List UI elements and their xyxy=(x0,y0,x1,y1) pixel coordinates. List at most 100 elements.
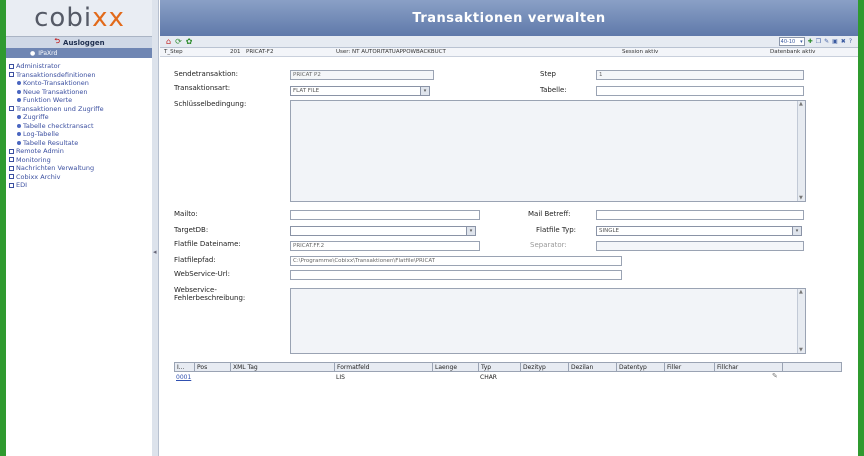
grid-column-header[interactable]: Dezilan xyxy=(569,363,617,371)
delete-icon[interactable]: ✖ xyxy=(841,38,846,45)
grid-cell xyxy=(520,372,568,382)
sidebar-item[interactable]: Konto-Transaktionen xyxy=(9,79,150,88)
sidebar-collapse-handle[interactable]: ◂ xyxy=(152,0,159,456)
scrollbar[interactable] xyxy=(797,101,805,201)
sidebar-item[interactable]: Remote Admin xyxy=(9,147,150,156)
page-size-select[interactable]: 40-10 ▾ xyxy=(778,37,805,46)
logout-button[interactable]: ⮌ Ausloggen xyxy=(6,36,153,48)
scrollbar[interactable] xyxy=(797,289,805,353)
grid-cell: LIS xyxy=(336,373,345,381)
sidebar-item[interactable]: Monitoring xyxy=(9,156,150,165)
toolbar-right: 40-10 ▾ ✚ ❐ ✎ ▣ ✖ ? xyxy=(778,37,852,46)
status-step: T_Step xyxy=(164,49,183,55)
status-session: Session aktiv xyxy=(622,49,659,55)
sidebar-item[interactable]: Transaktionen und Zugriffe xyxy=(9,105,150,114)
sidebar-item-label: Log-Tabelle xyxy=(23,130,59,138)
help-icon[interactable]: ? xyxy=(849,38,852,45)
user-icon: ● xyxy=(30,49,36,57)
grid-column-header[interactable]: Fillchar xyxy=(715,363,783,371)
filetype-label: Flatfile Typ: xyxy=(536,226,577,234)
filename-field[interactable]: PRICAT.FF.2 xyxy=(290,241,480,251)
grid-cell xyxy=(194,372,230,382)
add-icon[interactable]: ✚ xyxy=(808,38,813,45)
sidebar-item[interactable]: Neue Transaktionen xyxy=(9,88,150,97)
mailbetreff-label: Mail Betreff: xyxy=(528,210,571,218)
logout-label: Ausloggen xyxy=(63,38,105,47)
edit-row-icon[interactable]: ✎ xyxy=(772,372,778,382)
grid-cell xyxy=(616,372,664,382)
folder-icon xyxy=(9,182,14,188)
save-icon[interactable]: ▣ xyxy=(832,38,838,45)
sidebar-item[interactable]: Zugriffe xyxy=(9,113,150,122)
sidebar-item[interactable]: Tabelle checktransact xyxy=(9,122,150,131)
grid-column-header[interactable]: XML Tag xyxy=(231,363,335,371)
sidebar-item[interactable]: Funktion Werte xyxy=(9,96,150,105)
grid-column-header[interactable]: Typ xyxy=(479,363,521,371)
grid-column-header[interactable]: Filler xyxy=(665,363,715,371)
sidebar-item-label: Transaktionsdefinitionen xyxy=(16,70,96,79)
webservice-url-field[interactable] xyxy=(290,270,622,280)
table-row[interactable]: 0001 LIS CHAR ✎ xyxy=(174,372,842,382)
table-field[interactable] xyxy=(596,86,804,96)
grid-cell[interactable]: 0001 xyxy=(174,372,194,382)
chevron-down-icon: ▾ xyxy=(800,38,803,45)
targetdb-select[interactable]: ▾ xyxy=(290,226,476,236)
chevron-down-icon: ▾ xyxy=(792,227,801,235)
nav-tree: Administrator Transaktionsdefinitionen Kon… xyxy=(6,58,153,194)
home-icon[interactable]: ⌂ xyxy=(166,37,171,46)
bullet-icon xyxy=(17,140,21,145)
path-field[interactable]: C:\Programme\Cobixx\Transaktionen\Flatfi… xyxy=(290,256,622,266)
sidebar-item[interactable]: Tabelle Resultate xyxy=(9,139,150,148)
sidebar-item[interactable]: Log-Tabelle xyxy=(9,130,150,139)
grid-column-header[interactable]: Dezityp xyxy=(521,363,569,371)
filetype-select[interactable]: SINGLE ▾ xyxy=(596,226,802,236)
status-id: 201 xyxy=(230,49,241,55)
page-title: Transaktionen verwalten xyxy=(160,0,858,36)
grid-column-header[interactable]: Laenge xyxy=(433,363,479,371)
logout-icon: ⮌ xyxy=(54,37,61,45)
step-label: Step xyxy=(540,70,556,78)
sidebar-item[interactable]: Transaktionsdefinitionen xyxy=(9,71,150,80)
webservice-url-label: WebService-Url: xyxy=(174,270,230,278)
table-label: Tabelle: xyxy=(540,86,567,94)
chevron-down-icon: ▾ xyxy=(466,227,475,235)
bullet-icon xyxy=(17,132,21,137)
sidebar-item[interactable]: Cobixx Archiv xyxy=(9,173,150,182)
key-textarea[interactable] xyxy=(290,100,806,202)
edit-icon[interactable]: ✎ xyxy=(824,38,829,45)
grid-cell xyxy=(230,372,334,382)
sidebar-item[interactable]: Nachrichten Verwaltung xyxy=(9,164,150,173)
sidebar-item-label: Transaktionen und Zugriffe xyxy=(16,104,104,113)
settings-icon[interactable]: ✿ xyxy=(186,37,193,46)
separator-field[interactable] xyxy=(596,241,804,251)
grid-column-header[interactable]: Pos xyxy=(195,363,231,371)
step-field[interactable]: 1 xyxy=(596,70,804,80)
grid-column-header[interactable]: Datentyp xyxy=(617,363,665,371)
mailto-field[interactable] xyxy=(290,210,480,220)
type-select[interactable]: FLAT FILE ▾ xyxy=(290,86,430,96)
mailbetreff-field[interactable] xyxy=(596,210,804,220)
key-label: Schlüsselbedingung: xyxy=(174,100,247,108)
grid-column-header[interactable]: Formatfeld xyxy=(335,363,433,371)
sidebar-item[interactable]: Administrator xyxy=(9,62,150,71)
sidebar-item-label: Monitoring xyxy=(16,155,51,164)
webservice-desc-textarea[interactable] xyxy=(290,288,806,354)
toolbar: ⌂ ⟳ ✿ 40-10 ▾ ✚ ❐ ✎ ▣ ✖ ? xyxy=(160,36,858,48)
logo-text-a: cobi xyxy=(34,3,93,33)
grid-body: 0001 LIS CHAR ✎ xyxy=(174,372,842,382)
refresh-icon[interactable]: ⟳ xyxy=(175,37,182,46)
collapse-arrow-icon: ◂ xyxy=(153,248,157,256)
send-field[interactable]: PRICAT P2 xyxy=(290,70,434,80)
copy-icon[interactable]: ❐ xyxy=(816,38,821,45)
folder-icon xyxy=(9,165,14,171)
sidebar-item-label: Administrator xyxy=(16,62,61,70)
mailto-label: Mailto: xyxy=(174,210,198,218)
grid-cell xyxy=(664,372,714,382)
grid-column-header[interactable]: I... xyxy=(175,363,195,371)
user-bar: ● IPaXrd xyxy=(6,48,153,58)
folder-icon xyxy=(9,72,14,78)
sidebar-item-label: Zugriffe xyxy=(23,113,49,121)
sidebar-item-label: Neue Transaktionen xyxy=(23,87,88,96)
sidebar-item[interactable]: EDI xyxy=(9,181,150,190)
folder-icon xyxy=(9,174,14,180)
